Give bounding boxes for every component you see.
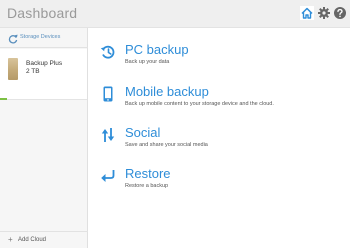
- restore-subtitle: Restore a backup: [125, 183, 169, 189]
- app-window: Dashboard Storage Devices Backup Plus 2 …: [0, 0, 350, 248]
- pc-backup-title: PC backup: [125, 42, 189, 57]
- device-item-backup-plus[interactable]: Backup Plus 2 TB: [0, 49, 87, 100]
- add-cloud-button[interactable]: + Add Cloud: [0, 231, 88, 248]
- return-arrow-icon: [101, 170, 115, 182]
- mobile-backup-subtitle: Back up mobile content to your storage d…: [125, 101, 274, 107]
- title-bar: Dashboard: [0, 0, 350, 28]
- phone-icon: [103, 86, 113, 102]
- add-cloud-label: Add Cloud: [18, 237, 47, 243]
- restore-title: Restore: [125, 166, 171, 181]
- mobile-backup-option[interactable]: Mobile backup Back up mobile content to …: [100, 84, 340, 118]
- device-size: 2 TB: [26, 68, 40, 75]
- sidebar: Storage Devices Backup Plus 2 TB + Add C…: [0, 28, 88, 248]
- mobile-backup-title: Mobile backup: [125, 84, 209, 99]
- help-icon[interactable]: [333, 6, 347, 20]
- restore-option[interactable]: Restore Restore a backup: [100, 166, 340, 200]
- social-title: Social: [125, 125, 161, 140]
- drive-icon: [8, 58, 18, 80]
- social-subtitle: Save and share your social media: [125, 142, 208, 148]
- device-name: Backup Plus: [26, 60, 63, 67]
- storage-devices-label: Storage Devices: [20, 34, 61, 40]
- home-icon[interactable]: [300, 6, 314, 20]
- transfer-icon: [101, 128, 115, 142]
- device-status-bar: [0, 98, 7, 100]
- pc-backup-option[interactable]: PC backup Back up your data: [100, 42, 340, 76]
- storage-devices-header[interactable]: Storage Devices: [0, 28, 88, 48]
- social-option[interactable]: Social Save and share your social media: [100, 125, 340, 159]
- history-icon: [100, 45, 115, 59]
- refresh-icon[interactable]: [8, 34, 18, 44]
- app-title: Dashboard: [7, 5, 78, 21]
- plus-icon: +: [8, 235, 13, 244]
- gear-icon[interactable]: [317, 6, 331, 20]
- pc-backup-subtitle: Back up your data: [125, 59, 170, 65]
